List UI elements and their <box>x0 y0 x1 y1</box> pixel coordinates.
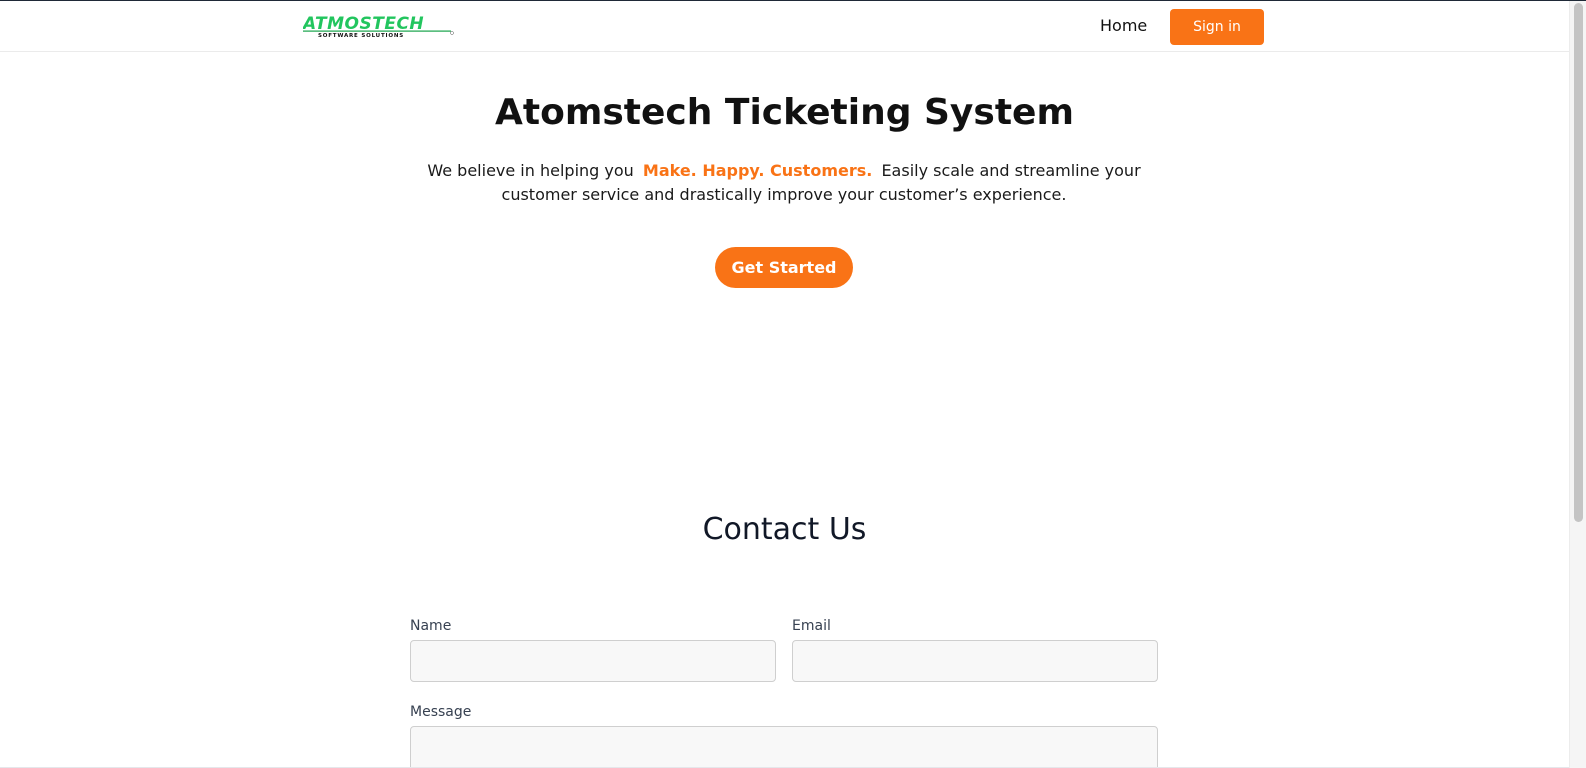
page-scrollbar[interactable] <box>1569 1 1586 768</box>
name-label: Name <box>410 618 452 634</box>
contact-title: Contact Us <box>702 512 867 547</box>
atmostech-logo[interactable]: ATMOSTECH SOFTWARE SOLUTIONS <box>301 14 455 39</box>
message-label: Message <box>410 704 472 720</box>
hero-description: We believe in helping you Make. Happy. C… <box>404 159 1164 207</box>
scrollbar-thumb[interactable] <box>1574 3 1583 522</box>
message-textarea[interactable] <box>410 726 1158 768</box>
top-navbar: ATMOSTECH SOFTWARE SOLUTIONS Home Sign i… <box>0 1 1569 52</box>
email-label: Email <box>792 618 831 634</box>
page: ATMOSTECH SOFTWARE SOLUTIONS Home Sign i… <box>0 0 1586 768</box>
atmostech-logo-icon: ATMOSTECH SOFTWARE SOLUTIONS <box>301 14 454 39</box>
hero-text-before: We believe in helping you <box>427 161 634 180</box>
get-started-button[interactable]: Get Started <box>715 247 853 288</box>
hero-highlight: Make. Happy. Customers. <box>642 161 873 180</box>
sign-in-button[interactable]: Sign in <box>1170 9 1264 45</box>
svg-text:SOFTWARE SOLUTIONS: SOFTWARE SOLUTIONS <box>318 33 404 38</box>
hero-title: Atomstech Ticketing System <box>495 92 1074 133</box>
name-input[interactable] <box>410 640 776 682</box>
email-input[interactable] <box>792 640 1158 682</box>
nav-home-link[interactable]: Home <box>1100 15 1147 37</box>
